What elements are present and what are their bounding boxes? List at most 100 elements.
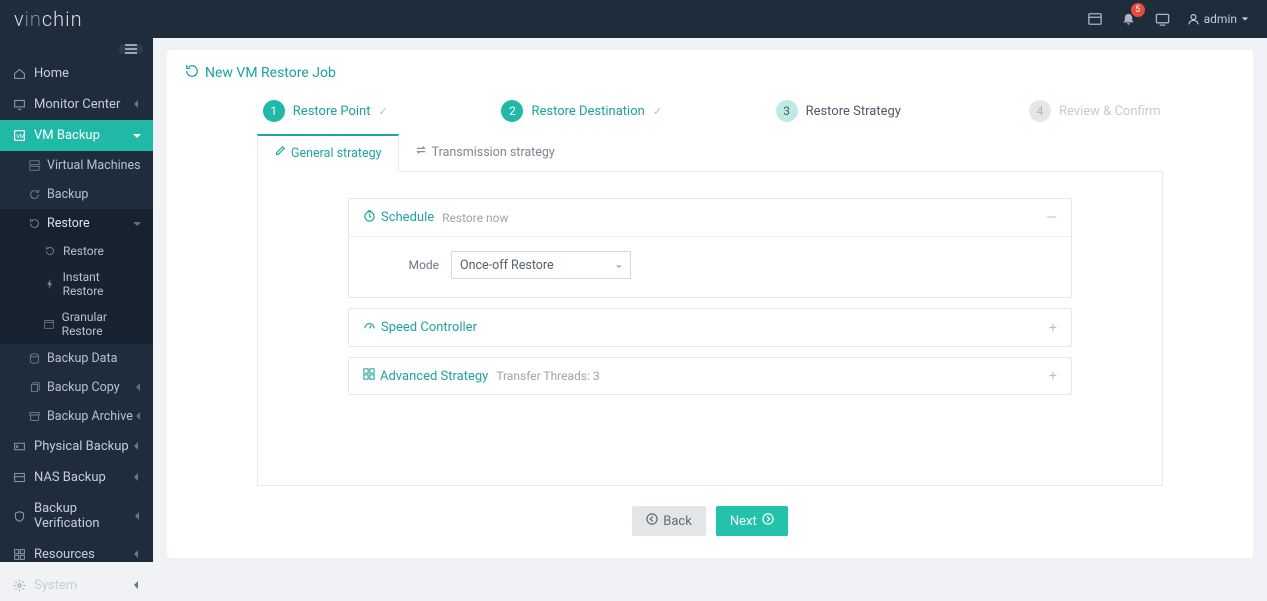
username-label: admin [1204, 12, 1237, 26]
copy-icon [28, 382, 40, 394]
sidebar-item-label: Restore [63, 244, 104, 258]
next-button[interactable]: Next [716, 506, 788, 536]
restore-icon [28, 218, 40, 230]
nas-icon [12, 471, 26, 485]
bolt-icon [44, 278, 56, 290]
step-label: Restore Destination [531, 104, 644, 119]
user-menu[interactable]: admin [1187, 12, 1253, 26]
sidebar-item-label: Physical Backup [34, 439, 129, 454]
step-label: Review & Confirm [1059, 104, 1161, 119]
server-icon [28, 160, 40, 172]
sidebar-sub-backup-data[interactable]: Backup Data [0, 344, 153, 373]
step-restore-destination[interactable]: 2 Restore Destination ✓ [454, 100, 711, 122]
sidebar-sub-restore[interactable]: Restore [0, 209, 153, 238]
mode-select[interactable]: Once-off Restore [451, 251, 631, 279]
expand-icon[interactable]: + [1049, 320, 1057, 336]
vm-icon: VM [12, 129, 26, 143]
grid-icon [12, 548, 26, 562]
sidebar-item-label: System [34, 578, 77, 593]
panel-subtitle: Restore now [442, 211, 508, 225]
shield-icon [12, 509, 26, 523]
sidebar-sub-virtual-machines[interactable]: Virtual Machines [0, 151, 153, 180]
panel-subtitle: Transfer Threads: 3 [496, 369, 599, 383]
sidebar-item-label: Virtual Machines [47, 158, 141, 173]
sidebar-item-label: Granular Restore [62, 310, 141, 338]
sidebar-item-label: Backup Data [47, 351, 117, 366]
monitor-icon [12, 98, 26, 112]
sidebar-item-label: NAS Backup [34, 470, 106, 485]
sidebar-sub2-granular-restore[interactable]: Granular Restore [0, 304, 153, 344]
panel-title-text: Schedule [381, 210, 434, 225]
step-restore-strategy[interactable]: 3 Restore Strategy [710, 100, 967, 122]
logo-part: in [25, 7, 42, 31]
panel-header-speed[interactable]: Speed Controller + [349, 309, 1071, 346]
transfer-icon [415, 144, 427, 160]
step-number: 3 [776, 100, 798, 122]
panel-header-advanced[interactable]: Advanced Strategy Transfer Threads: 3 + [349, 358, 1071, 394]
button-label: Next [730, 514, 757, 529]
panel-speed-controller: Speed Controller + [348, 308, 1072, 347]
main-card: New VM Restore Job 1 Restore Point ✓ 2 R… [167, 50, 1253, 558]
sidebar-item-label: Backup Copy [47, 380, 120, 395]
panel-advanced-strategy: Advanced Strategy Transfer Threads: 3 + [348, 357, 1072, 395]
svg-text:VM: VM [16, 134, 25, 140]
tab-general-strategy[interactable]: General strategy [257, 134, 399, 172]
chevron-down-icon [133, 128, 141, 143]
sidebar-item-system[interactable]: System [0, 570, 153, 601]
check-icon: ✓ [378, 105, 387, 118]
step-restore-point[interactable]: 1 Restore Point ✓ [197, 100, 454, 122]
sidebar-collapse-button[interactable] [119, 44, 143, 54]
panel-title-text: Advanced Strategy [380, 369, 488, 384]
step-label: Restore Point [293, 104, 371, 119]
sidebar-sub-backup-copy[interactable]: Backup Copy [0, 373, 153, 402]
archive-icon [28, 411, 40, 423]
wizard-footer: Back Next [167, 486, 1253, 558]
chevron-left-icon [133, 578, 141, 593]
list-icon[interactable] [1081, 5, 1109, 33]
panel-title-text: Speed Controller [381, 320, 477, 335]
sidebar-item-vmbackup[interactable]: VM VM Backup [0, 120, 153, 151]
sidebar-item-home[interactable]: Home [0, 58, 153, 89]
screen-icon[interactable] [1149, 5, 1177, 33]
sidebar-item-label: Backup [47, 187, 88, 202]
notification-badge: 5 [1131, 3, 1145, 17]
back-button[interactable]: Back [632, 506, 706, 536]
mode-label: Mode [379, 258, 439, 272]
arrow-right-icon [762, 513, 774, 529]
brand-logo: vinchin [14, 7, 83, 31]
home-icon [12, 67, 26, 81]
step-number: 2 [501, 100, 523, 122]
tab-content: Schedule Restore now — Mode Once-off Res… [257, 172, 1163, 486]
sidebar-item-monitor[interactable]: Monitor Center [0, 89, 153, 120]
sidebar-sub-backup-archive[interactable]: Backup Archive [0, 402, 153, 431]
sidebar-item-verification[interactable]: Backup Verification [0, 493, 153, 539]
chevron-left-icon [133, 439, 141, 454]
panel-header-schedule[interactable]: Schedule Restore now — [349, 199, 1071, 236]
restore-icon [185, 64, 199, 82]
collapse-icon[interactable]: — [1046, 210, 1057, 226]
gear-icon [12, 579, 26, 593]
chevron-left-icon [135, 409, 141, 424]
step-number: 1 [263, 100, 285, 122]
tab-transmission-strategy[interactable]: Transmission strategy [399, 134, 571, 172]
clock-icon [363, 209, 376, 226]
edit-icon [274, 145, 286, 161]
logo-part: chin [42, 7, 83, 31]
sidebar-sub2-instant-restore[interactable]: Instant Restore [0, 264, 153, 304]
sidebar-item-nas[interactable]: NAS Backup [0, 462, 153, 493]
gauge-icon [363, 319, 376, 336]
bell-icon[interactable]: 5 [1115, 5, 1143, 33]
sidebar-item-physical[interactable]: Physical Backup [0, 431, 153, 462]
sidebar-item-label: Home [34, 66, 69, 81]
chevron-down-icon [133, 216, 141, 231]
sidebar-item-resources[interactable]: Resources [0, 539, 153, 570]
sidebar-sub2-restore[interactable]: Restore [0, 238, 153, 264]
chevron-down-icon [1241, 12, 1253, 26]
sidebar-item-label: Restore [47, 216, 90, 231]
sidebar-item-label: VM Backup [34, 128, 100, 143]
expand-icon[interactable]: + [1049, 368, 1057, 384]
sidebar-sub-backup[interactable]: Backup [0, 180, 153, 209]
page-title-text: New VM Restore Job [205, 65, 336, 81]
refresh-icon [28, 189, 40, 201]
tab-label: General strategy [291, 146, 382, 161]
